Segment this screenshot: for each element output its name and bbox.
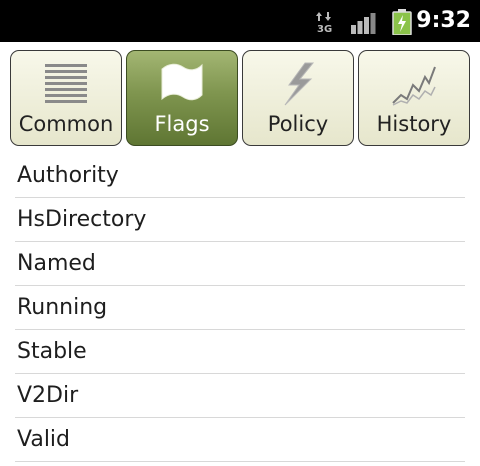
tab-flags-label: Flags (154, 112, 210, 136)
flags-list: Authority HsDirectory Named Running Stab… (15, 154, 465, 462)
mobile-data-3g-icon: 3G (316, 11, 334, 37)
network-type-label: 3G (317, 24, 332, 33)
tab-policy[interactable]: Policy (242, 50, 354, 146)
list-item: Valid (15, 418, 465, 462)
list-lines-icon (11, 61, 121, 109)
status-clock: 9:32 (416, 8, 471, 33)
list-item: V2Dir (15, 374, 465, 418)
lightning-icon (243, 61, 353, 109)
list-item: Stable (15, 330, 465, 374)
tab-common-label: Common (18, 112, 114, 136)
tab-flags[interactable]: Flags (126, 50, 238, 146)
list-item: Named (15, 242, 465, 286)
tab-history-label: History (376, 112, 452, 136)
tab-history[interactable]: History (358, 50, 470, 146)
signal-strength-icon (350, 12, 376, 38)
list-item: HsDirectory (15, 198, 465, 242)
tab-bar: Common Flags Policy History (0, 42, 480, 154)
status-bar: 3G 9:32 (0, 0, 480, 42)
tab-common[interactable]: Common (10, 50, 122, 146)
tab-policy-label: Policy (267, 112, 329, 136)
battery-charging-icon (392, 9, 412, 39)
list-item: Authority (15, 154, 465, 198)
list-item: Running (15, 286, 465, 330)
line-chart-icon (359, 61, 469, 109)
flag-icon (127, 61, 237, 109)
